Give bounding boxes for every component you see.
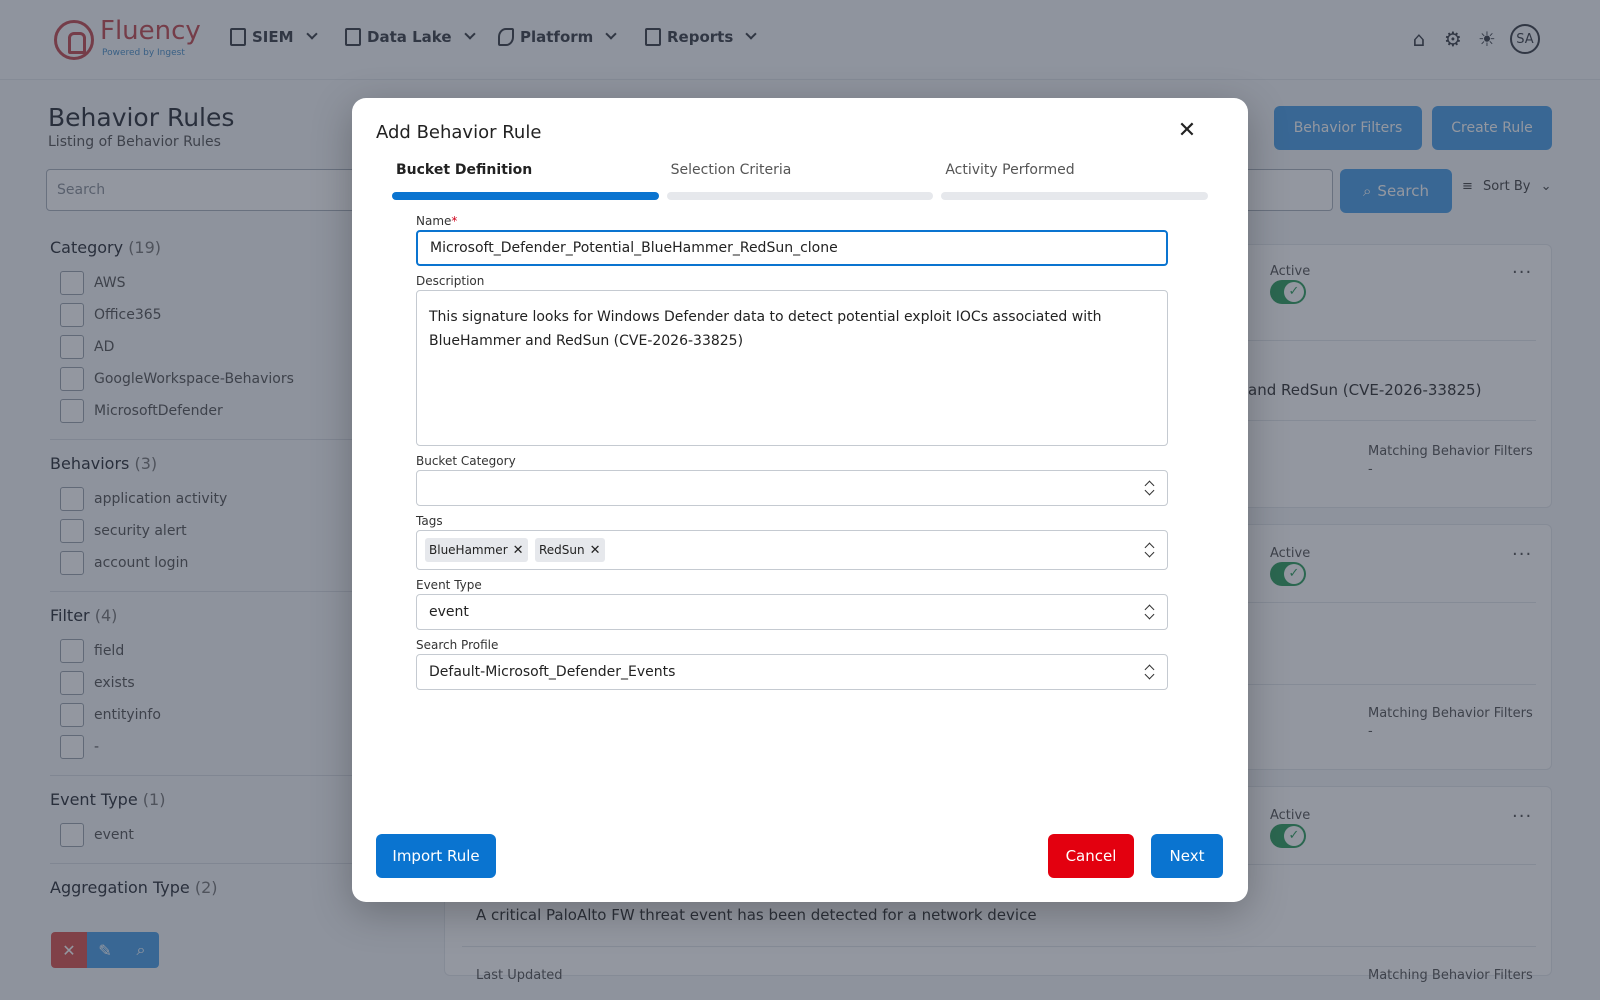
import-rule-button[interactable]: Import Rule [376, 834, 496, 878]
name-label-text: Name [416, 214, 452, 228]
remove-tag-icon[interactable]: ✕ [513, 543, 524, 558]
step-activity-performed[interactable]: Activity Performed [941, 162, 1209, 200]
tag-chip: RedSun ✕ [535, 538, 605, 562]
next-button[interactable]: Next [1151, 834, 1223, 878]
tags-multiselect[interactable]: BlueHammer ✕ RedSun ✕ [416, 530, 1168, 570]
cancel-button[interactable]: Cancel [1048, 834, 1134, 878]
name-input-value: Microsoft_Defender_Potential_BlueHammer_… [430, 240, 838, 256]
select-arrows-icon [1145, 542, 1155, 558]
tags-label: Tags [416, 514, 443, 528]
description-textarea[interactable]: This signature looks for Windows Defende… [416, 290, 1168, 446]
close-icon[interactable]: ✕ [1174, 118, 1200, 144]
name-input[interactable]: Microsoft_Defender_Potential_BlueHammer_… [416, 230, 1168, 266]
bucket-category-select[interactable] [416, 470, 1168, 506]
select-arrows-icon [1145, 664, 1155, 680]
tag-chip-label: BlueHammer [429, 543, 508, 557]
step-progress-bar [941, 192, 1209, 200]
search-profile-label: Search Profile [416, 638, 499, 652]
step-selection-criteria[interactable]: Selection Criteria [666, 162, 934, 200]
search-profile-value: Default-Microsoft_Defender_Events [429, 664, 676, 680]
select-arrows-icon [1145, 480, 1155, 496]
add-behavior-rule-modal: Add Behavior Rule ✕ Bucket Definition Se… [352, 98, 1248, 902]
search-profile-select[interactable]: Default-Microsoft_Defender_Events [416, 654, 1168, 690]
step-bucket-definition[interactable]: Bucket Definition [392, 162, 659, 200]
step-label: Selection Criteria [670, 162, 792, 178]
required-asterisk: * [451, 214, 458, 228]
step-progress-bar [392, 192, 659, 200]
event-type-select[interactable]: event [416, 594, 1168, 630]
description-label: Description [416, 274, 485, 288]
remove-tag-icon[interactable]: ✕ [590, 543, 601, 558]
event-type-value: event [429, 604, 469, 620]
bucket-category-label: Bucket Category [416, 454, 516, 468]
name-label: Name* [416, 214, 457, 228]
select-arrows-icon [1145, 604, 1155, 620]
step-label: Activity Performed [945, 162, 1075, 178]
tag-chip-label: RedSun [539, 543, 585, 557]
step-progress-bar [666, 192, 934, 200]
modal-title: Add Behavior Rule [376, 122, 542, 143]
stepper: Bucket Definition Selection Criteria Act… [392, 162, 1209, 200]
step-label: Bucket Definition [396, 162, 533, 178]
event-type-label: Event Type [416, 578, 482, 592]
tag-chip: BlueHammer ✕ [425, 538, 528, 562]
